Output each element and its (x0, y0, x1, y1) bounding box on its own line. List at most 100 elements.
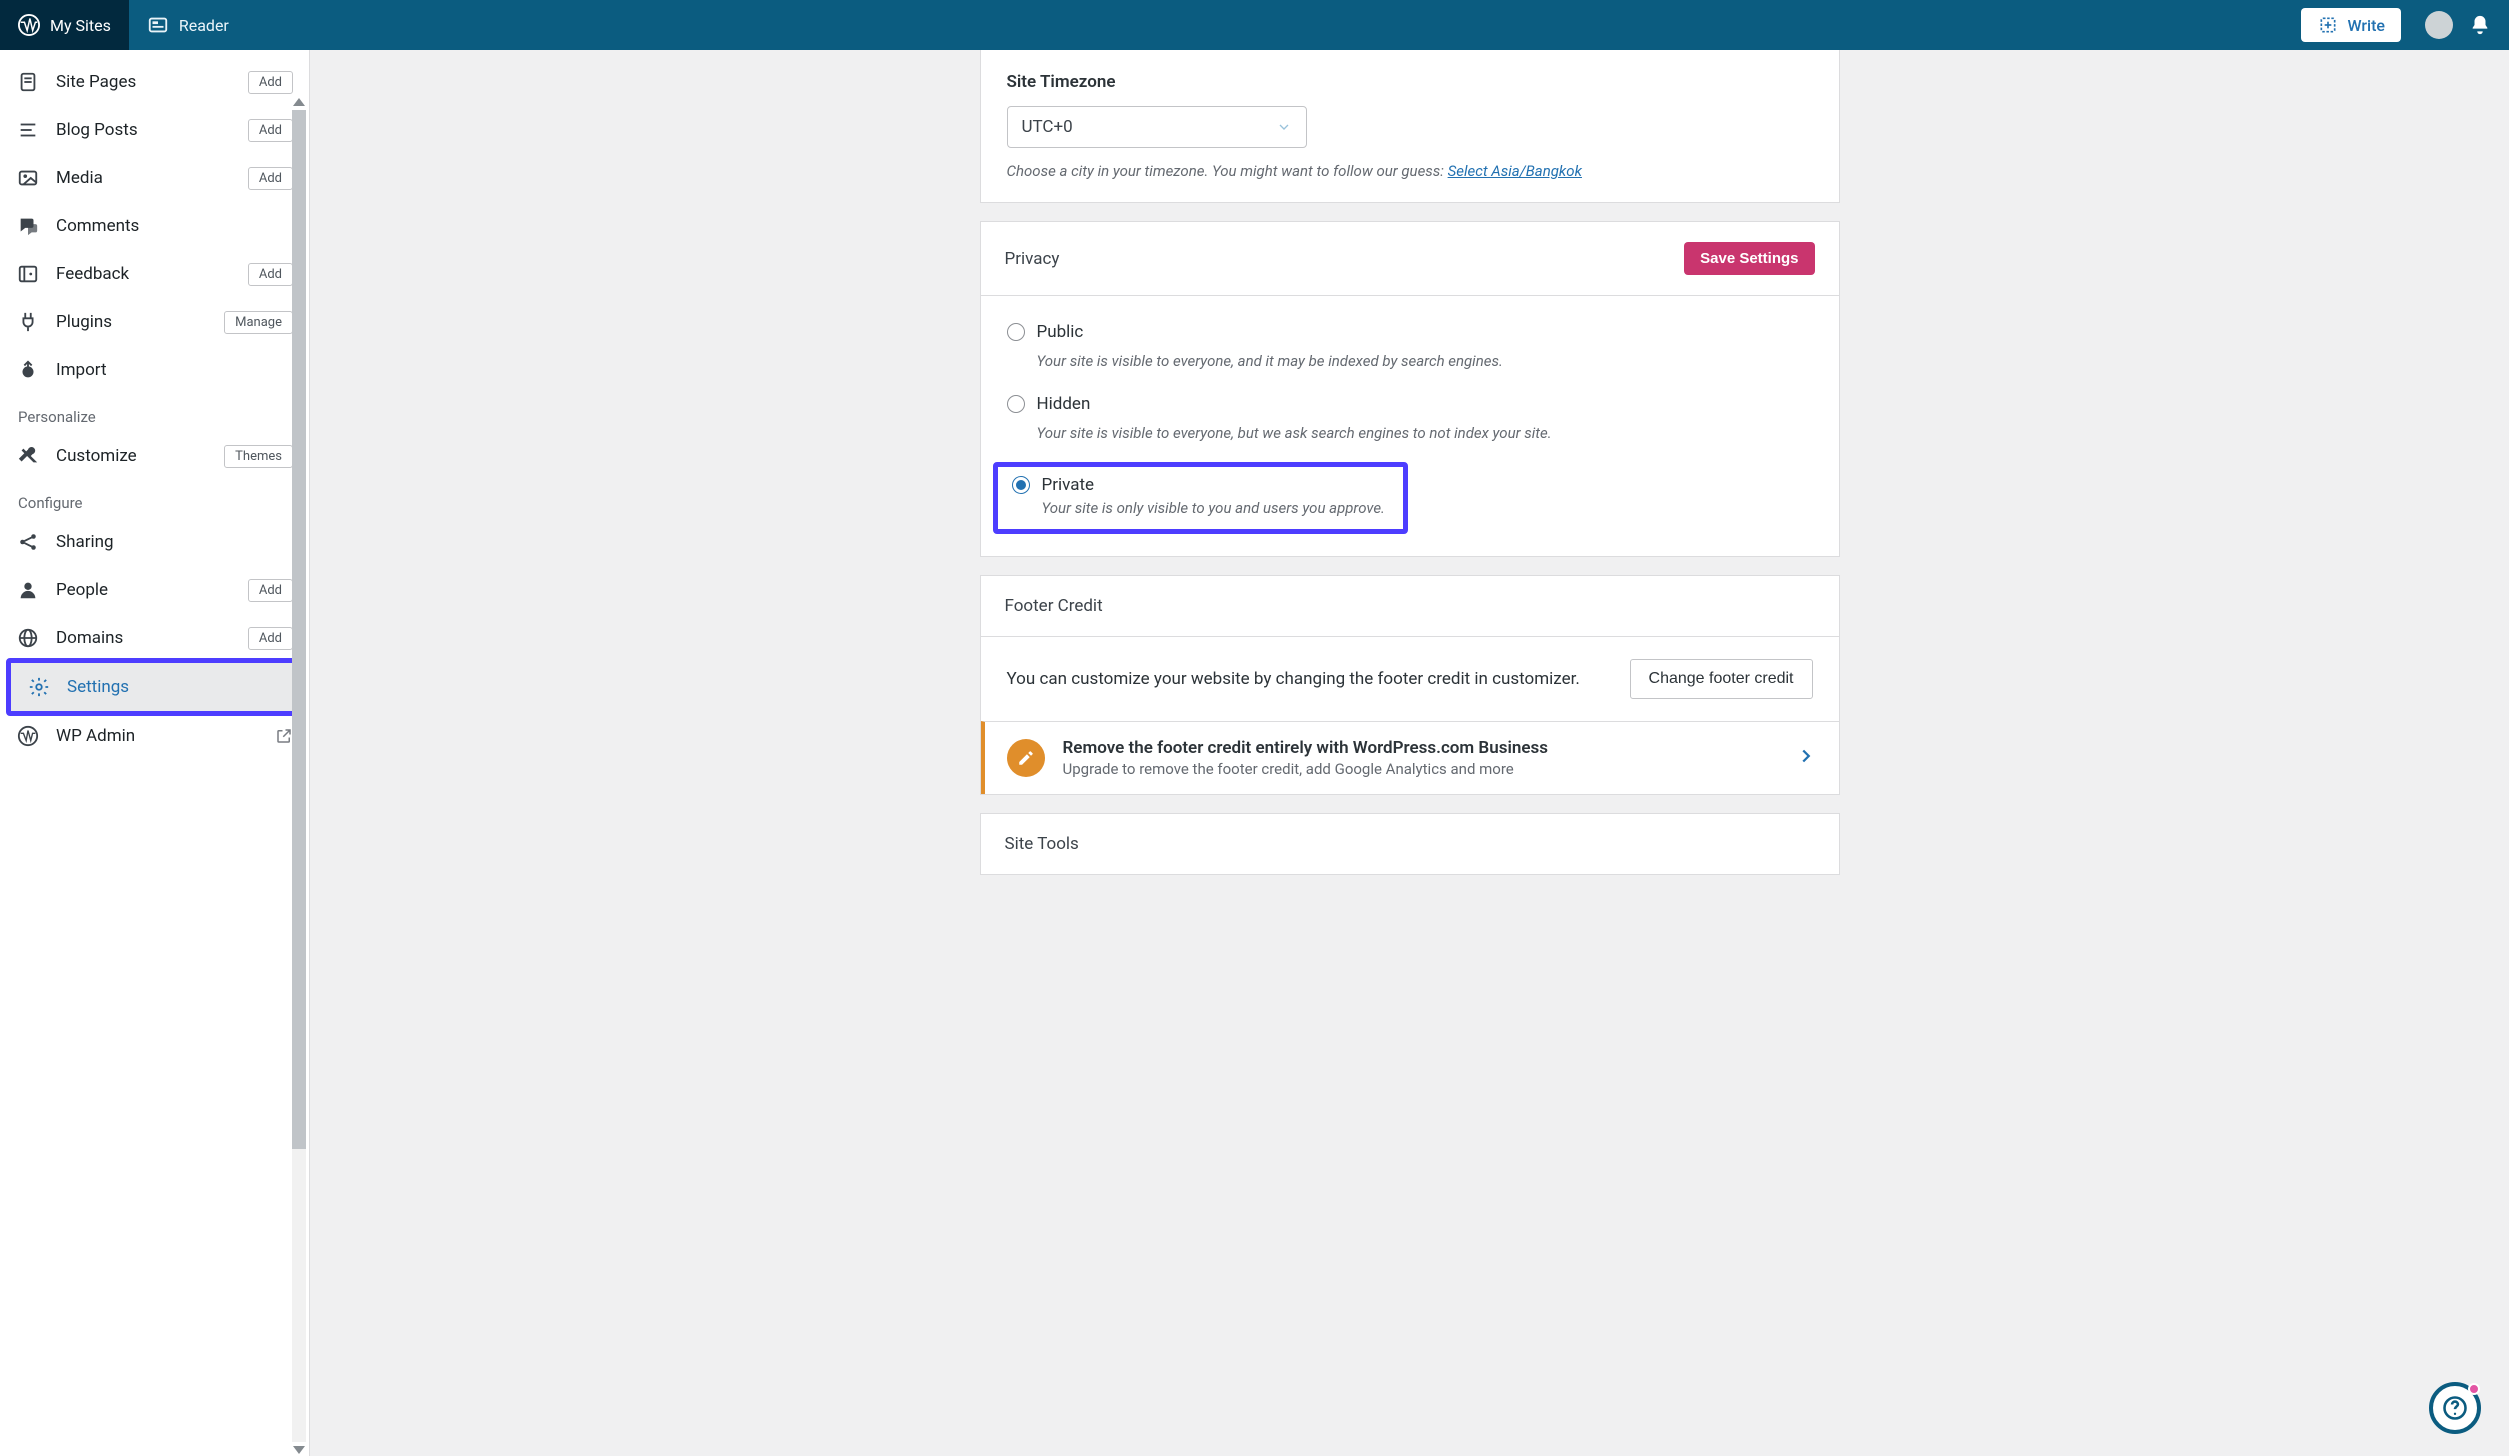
radio-desc: Your site is only visible to you and use… (1042, 499, 1389, 517)
sidebar-item-label: Comments (56, 216, 139, 236)
sidebar-item-settings[interactable]: Settings (11, 663, 296, 711)
sidebar-item-label: Feedback (56, 264, 129, 284)
change-footer-credit-button[interactable]: Change footer credit (1630, 659, 1813, 699)
sidebar-item-import[interactable]: Import (0, 346, 309, 394)
timezone-card: Site Timezone UTC+0 Choose a city in you… (980, 50, 1840, 203)
radio-public[interactable] (1007, 323, 1025, 341)
sidebar-item-label: Customize (56, 446, 137, 466)
sidebar-item-feedback[interactable]: Feedback Add (0, 250, 309, 298)
profile-avatar[interactable] (2425, 11, 2453, 39)
sidebar: Site Pages Add Blog Posts Add Media Add Commen… (0, 50, 310, 1456)
import-icon (16, 358, 40, 382)
sidebar-item-plugins[interactable]: Plugins Manage (0, 298, 309, 346)
notifications-bell-icon[interactable] (2469, 14, 2491, 36)
wordpress-logo-icon (18, 14, 40, 36)
media-icon (16, 166, 40, 190)
radio-desc: Your site is visible to everyone, but we… (1037, 424, 1813, 442)
sidebar-item-customize[interactable]: Customize Themes (0, 432, 309, 480)
scroll-down-icon (293, 1446, 305, 1454)
sidebar-item-comments[interactable]: Comments (0, 202, 309, 250)
help-fab-button[interactable] (2429, 1382, 2481, 1434)
radio-desc: Your site is visible to everyone, and it… (1037, 352, 1813, 370)
masterbar-my-sites-label: My Sites (50, 16, 111, 35)
share-icon (16, 530, 40, 554)
sidebar-badge[interactable]: Add (248, 119, 293, 142)
upsell-title: Remove the footer credit entirely with W… (1063, 738, 1548, 758)
domains-icon (16, 626, 40, 650)
radio-label: Public (1037, 322, 1084, 342)
upsell-sub: Upgrade to remove the footer credit, add… (1063, 760, 1548, 778)
write-button[interactable]: Write (2301, 8, 2401, 42)
sidebar-item-label: WP Admin (56, 726, 135, 746)
sidebar-item-label: Sharing (56, 532, 114, 552)
wp-icon (16, 724, 40, 748)
pencil-circle-icon (1007, 739, 1045, 777)
radio-hidden[interactable] (1007, 395, 1025, 413)
sidebar-item-label: People (56, 580, 108, 600)
scroll-track (292, 110, 306, 1442)
sidebar-heading-configure: Configure (0, 480, 309, 518)
help-notification-dot (2468, 1383, 2480, 1395)
sidebar-item-people[interactable]: People Add (0, 566, 309, 614)
privacy-title: Privacy (1005, 249, 1060, 269)
save-settings-button[interactable]: Save Settings (1684, 242, 1814, 275)
write-button-label: Write (2347, 16, 2385, 35)
privacy-card: Privacy Save Settings Public Your site is… (980, 221, 1840, 557)
main-content: Site Timezone UTC+0 Choose a city in you… (310, 50, 2509, 1456)
sidebar-badge[interactable]: Add (248, 579, 293, 602)
sidebar-badge[interactable]: Manage (224, 311, 293, 334)
page-icon (16, 70, 40, 94)
sidebar-item-wp-admin[interactable]: WP Admin (0, 712, 309, 760)
sidebar-item-sharing[interactable]: Sharing (0, 518, 309, 566)
sidebar-scrollbar[interactable] (291, 98, 307, 1454)
privacy-option-public: Public Your site is visible to everyone, … (1007, 318, 1813, 390)
sidebar-item-label: Site Pages (56, 72, 136, 92)
sidebar-item-label: Blog Posts (56, 120, 138, 140)
sidebar-heading-personalize: Personalize (0, 394, 309, 432)
sidebar-item-site-pages[interactable]: Site Pages Add (0, 58, 309, 106)
sidebar-item-label: Domains (56, 628, 123, 648)
timezone-hint: Choose a city in your timezone. You migh… (1007, 162, 1813, 180)
footer-credit-title: Footer Credit (1005, 596, 1103, 616)
sidebar-item-media[interactable]: Media Add (0, 154, 309, 202)
sidebar-badge-themes[interactable]: Themes (224, 445, 293, 468)
plugins-icon (16, 310, 40, 334)
sidebar-item-domains[interactable]: Domains Add (0, 614, 309, 662)
radio-label: Hidden (1037, 394, 1091, 414)
comments-icon (16, 214, 40, 238)
footer-credit-upsell[interactable]: Remove the footer credit entirely with W… (981, 721, 1839, 794)
timezone-suggest-link[interactable]: Select Asia/Bangkok (1448, 162, 1582, 180)
timezone-value: UTC+0 (1022, 117, 1073, 137)
annotation-private-highlight: Private Your site is only visible to you … (993, 462, 1408, 534)
sidebar-item-label: Plugins (56, 312, 112, 332)
sidebar-item-label: Import (56, 360, 107, 380)
sidebar-item-label: Media (56, 168, 103, 188)
annotation-settings-highlight: Settings (6, 658, 301, 716)
scroll-up-icon (293, 98, 305, 106)
radio-label: Private (1042, 475, 1095, 495)
timezone-label: Site Timezone (1007, 72, 1813, 92)
write-plus-icon (2317, 14, 2339, 36)
masterbar-spacer (247, 0, 2290, 50)
footer-credit-desc: You can customize your website by changi… (1007, 669, 1580, 689)
timezone-hint-text: Choose a city in your timezone. You migh… (1007, 162, 1448, 180)
sidebar-item-blog-posts[interactable]: Blog Posts Add (0, 106, 309, 154)
sidebar-badge[interactable]: Add (248, 71, 293, 94)
radio-private[interactable] (1012, 476, 1030, 494)
sidebar-badge[interactable]: Add (248, 167, 293, 190)
people-icon (16, 578, 40, 602)
posts-icon (16, 118, 40, 142)
chevron-down-icon (1276, 119, 1292, 135)
settings-icon (27, 675, 51, 699)
feedback-icon (16, 262, 40, 286)
sidebar-item-label: Settings (67, 677, 129, 697)
timezone-select[interactable]: UTC+0 (1007, 106, 1307, 148)
sidebar-badge[interactable]: Add (248, 627, 293, 650)
scroll-thumb[interactable] (292, 110, 306, 1149)
site-tools-title: Site Tools (1005, 834, 1079, 854)
masterbar: My Sites Reader Write (0, 0, 2509, 50)
footer-credit-card: Footer Credit You can customize your web… (980, 575, 1840, 795)
masterbar-reader[interactable]: Reader (129, 0, 247, 50)
sidebar-badge[interactable]: Add (248, 263, 293, 286)
masterbar-my-sites[interactable]: My Sites (0, 0, 129, 50)
